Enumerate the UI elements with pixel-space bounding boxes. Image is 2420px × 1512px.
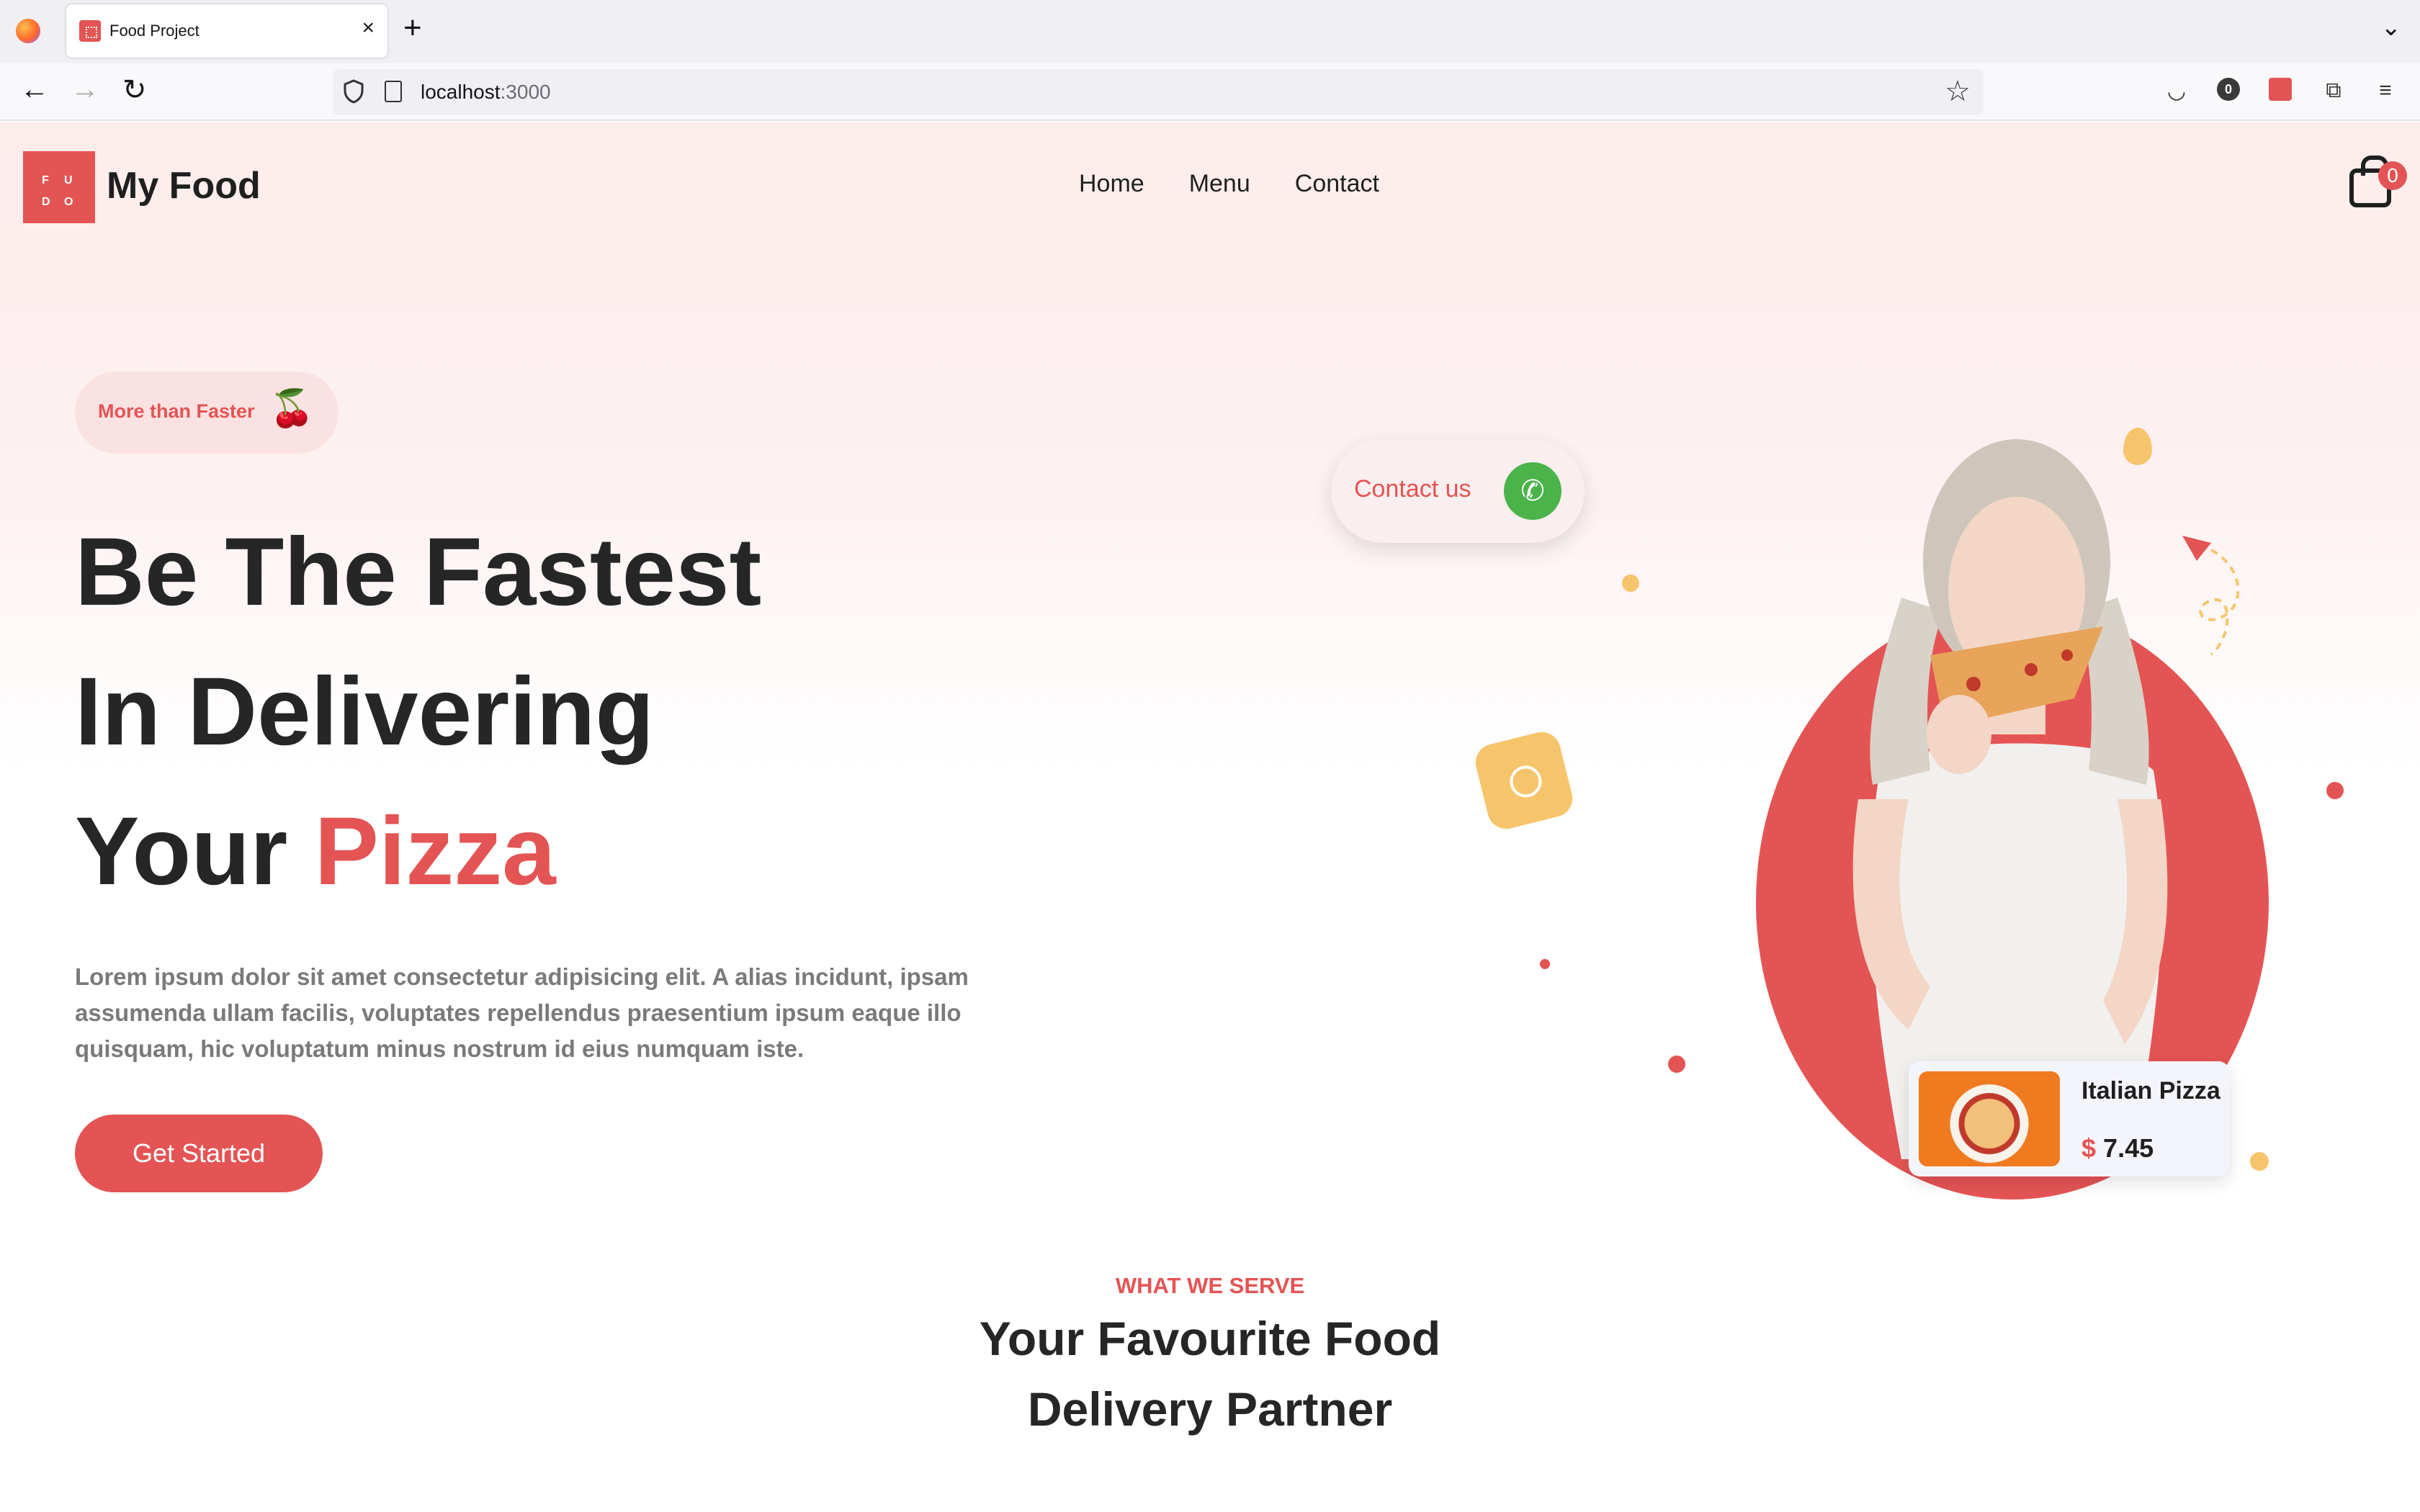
tagline-text: More than Faster — [98, 400, 255, 422]
browser-toolbar: ← → ↻ localhost:3000 ☆ ◡ 0 ⧉ ≡ — [0, 63, 2420, 121]
card-title: Italian Pizza — [2081, 1077, 2220, 1104]
contact-us-button[interactable]: Contact us ✆ — [1331, 439, 1585, 543]
headline-word: Your — [75, 798, 288, 905]
page: F U D O My Food Home Menu Contact 0 More… — [0, 122, 2420, 1512]
get-started-button[interactable]: Get Started — [75, 1115, 323, 1192]
pizza-image — [1919, 1071, 2060, 1166]
decor-dot — [1540, 959, 1550, 969]
brand-name[interactable]: My Food — [107, 164, 261, 207]
tagline-pill: More than Faster 🍒 — [75, 372, 339, 454]
url-text[interactable]: localhost:3000 — [421, 81, 551, 104]
menu-hamburger-icon[interactable]: ≡ — [2372, 78, 2398, 104]
logo-letter: O — [64, 196, 86, 208]
extension-badge-icon[interactable]: 0 — [2217, 78, 2240, 101]
clock-icon — [1471, 728, 1577, 833]
pocket-icon[interactable]: ◡ — [2164, 78, 2190, 104]
url-bar[interactable]: localhost:3000 ☆ — [333, 69, 1984, 115]
browser-tab[interactable]: Food Project × — [66, 4, 387, 58]
featured-item-card[interactable]: Italian Pizza $ 7.45 — [1909, 1061, 2230, 1176]
reload-icon[interactable]: ↻ — [122, 73, 147, 107]
section-title: Your Favourite Food Delivery Partner — [0, 1303, 2420, 1444]
hero-headline-line1: Be The Fastest — [75, 518, 762, 626]
page-icon — [385, 81, 402, 102]
extensions-puzzle-icon[interactable]: ⧉ — [2321, 78, 2347, 104]
decor-dot — [1622, 575, 1639, 592]
nav-contact[interactable]: Contact — [1295, 170, 1379, 198]
hero-description: Lorem ipsum dolor sit amet consectetur a… — [75, 963, 969, 1062]
decor-dot — [2250, 1152, 2269, 1171]
nav-home[interactable]: Home — [1079, 170, 1144, 198]
browser-tab-bar: Food Project × + ⌄ — [0, 0, 2420, 63]
section-title-line1: Your Favourite Food — [979, 1312, 1441, 1365]
app-extension-icon[interactable] — [2269, 78, 2292, 101]
logo-letter: D — [42, 196, 63, 208]
bookmark-star-icon[interactable]: ☆ — [1945, 75, 1971, 108]
cherry-icon: 🍒 — [269, 388, 315, 428]
headline-highlight: Pizza — [314, 798, 556, 905]
nav-menu[interactable]: Menu — [1189, 170, 1250, 198]
logo-letter: U — [64, 174, 86, 186]
main-nav: Home Menu Contact — [1079, 170, 1379, 198]
tab-favicon-icon — [79, 20, 101, 42]
new-tab-icon[interactable]: + — [403, 10, 422, 46]
tab-title: Food Project — [109, 22, 200, 40]
decor-dot — [2326, 782, 2344, 799]
forward-icon[interactable]: → — [71, 73, 99, 106]
back-icon[interactable]: ← — [20, 73, 49, 106]
contact-us-label: Contact us — [1354, 475, 1471, 503]
currency-symbol: $ — [2081, 1133, 2097, 1163]
chevron-down-icon[interactable]: ⌄ — [2381, 13, 2402, 42]
logo[interactable]: F U D O — [23, 151, 95, 223]
section-eyebrow: WHAT WE SERVE — [1115, 1273, 1305, 1298]
firefox-icon[interactable] — [16, 19, 40, 43]
decor-dot — [1668, 1056, 1685, 1073]
section-title-line2: Delivery Partner — [1027, 1382, 1393, 1436]
price-value: 7.45 — [2103, 1133, 2154, 1163]
hero-headline-line3: Your Pizza — [75, 804, 556, 900]
paper-plane-icon — [2182, 536, 2240, 656]
hero-headline-line2: In Delivering — [75, 658, 655, 765]
cart-count-badge: 0 — [2378, 161, 2407, 190]
logo-letter: F — [42, 174, 62, 186]
shield-icon[interactable] — [343, 79, 364, 104]
tab-close-icon[interactable]: × — [362, 16, 375, 40]
card-price: $ 7.45 — [2081, 1133, 2154, 1164]
phone-icon: ✆ — [1504, 462, 1561, 520]
